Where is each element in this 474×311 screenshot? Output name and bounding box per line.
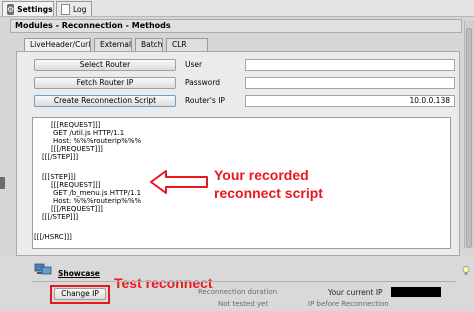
script-line: [[[REQUEST]]]	[51, 181, 101, 189]
network-computers-icon	[34, 263, 52, 275]
sidebar-collapse-handle[interactable]	[0, 177, 5, 189]
script-line: [[[/STEP]]]	[42, 153, 79, 161]
script-line: GET /util.js HTTP/1.1	[53, 129, 125, 137]
tab-external[interactable]: External	[94, 38, 132, 51]
script-callout-line2: reconnect script	[214, 185, 323, 201]
user-label: User	[185, 60, 203, 69]
top-tab-bar: ⚙ Settings Log	[0, 0, 474, 17]
change-ip-button[interactable]: Change IP	[54, 288, 106, 300]
scrollbar-thumb[interactable]	[466, 28, 472, 248]
tab-clr-script[interactable]: CLR Script	[166, 38, 208, 60]
script-line: [[[STEP]]]	[42, 173, 76, 181]
reconnection-duration-label: Reconnection duration	[198, 288, 278, 296]
lightbulb-icon[interactable]	[462, 266, 470, 276]
gear-icon: ⚙	[7, 3, 15, 15]
tab-liveheader-curl[interactable]: LiveHeader/Curl	[24, 38, 91, 51]
divider	[32, 281, 456, 282]
tab-log-label: Log	[73, 4, 87, 14]
showcase-link[interactable]: Showcase	[58, 269, 100, 278]
settings-window: ⚙ Settings Log Modules - Reconnection - …	[0, 0, 474, 311]
select-router-button[interactable]: Select Router	[34, 59, 176, 71]
script-line: [[[/HSRC]]]	[34, 233, 72, 241]
script-line: Host: %%%routerip%%%	[53, 137, 142, 145]
create-reconnection-script-button[interactable]: Create Reconnection Script	[34, 95, 176, 107]
router-ip-label: Router's IP	[185, 96, 225, 105]
script-line: [[[/STEP]]]	[42, 213, 79, 221]
script-callout-line1: Your recorded	[214, 167, 309, 183]
module-title: Modules - Reconnection - Methods	[10, 19, 462, 33]
not-tested-label: Not tested yet	[218, 300, 269, 308]
red-arrow-annotation	[150, 170, 208, 194]
script-line: GET /b_menu.js HTTP/1.1	[53, 189, 142, 197]
script-line: [[[REQUEST]]]	[51, 121, 101, 129]
fetch-router-ip-button[interactable]: Fetch Router IP	[34, 77, 176, 89]
tab-log[interactable]: Log	[56, 1, 92, 16]
script-line: Host: %%%routerip%%%	[53, 197, 142, 205]
password-field[interactable]	[245, 77, 455, 89]
log-icon	[61, 3, 70, 15]
script-line: [[[/REQUEST]]]	[51, 205, 103, 213]
current-ip-value	[391, 287, 441, 297]
tab-settings-label: Settings	[17, 4, 53, 14]
tab-settings[interactable]: ⚙ Settings	[2, 1, 54, 16]
ip-before-reconnection-label: IP before Reconnection	[308, 300, 389, 308]
tab-batch[interactable]: Batch	[135, 38, 163, 51]
script-line: [[[/REQUEST]]]	[51, 145, 103, 153]
password-label: Password	[185, 78, 221, 87]
current-ip-label: Your current IP	[328, 288, 383, 297]
router-ip-field[interactable]: 10.0.0.138	[245, 95, 455, 107]
user-field[interactable]	[245, 59, 455, 71]
